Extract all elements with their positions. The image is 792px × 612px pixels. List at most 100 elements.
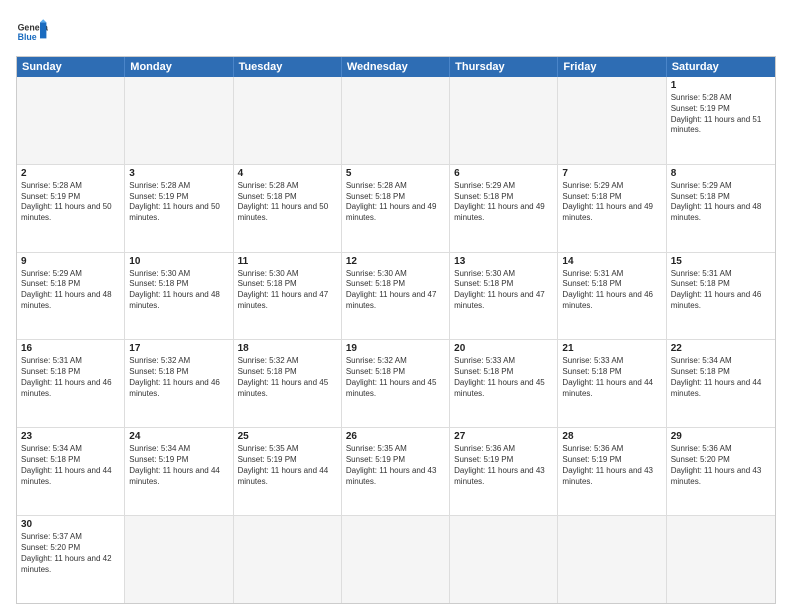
day-cell-3: 3Sunrise: 5:28 AM Sunset: 5:19 PM Daylig… bbox=[125, 165, 233, 252]
day-number: 29 bbox=[671, 431, 771, 442]
day-info: Sunrise: 5:36 AM Sunset: 5:19 PM Dayligh… bbox=[562, 444, 661, 487]
day-number: 12 bbox=[346, 256, 445, 267]
day-info: Sunrise: 5:36 AM Sunset: 5:19 PM Dayligh… bbox=[454, 444, 553, 487]
day-number: 27 bbox=[454, 431, 553, 442]
calendar-row-2: 9Sunrise: 5:29 AM Sunset: 5:18 PM Daylig… bbox=[17, 253, 775, 341]
day-info: Sunrise: 5:28 AM Sunset: 5:19 PM Dayligh… bbox=[21, 181, 120, 224]
day-info: Sunrise: 5:28 AM Sunset: 5:18 PM Dayligh… bbox=[346, 181, 445, 224]
day-number: 10 bbox=[129, 256, 228, 267]
day-cell-7: 7 Sunrise: 5:29 AM Sunset: 5:18 PM Daylig… bbox=[558, 165, 666, 252]
generalblue-logo-icon: General Blue bbox=[16, 16, 48, 48]
empty-cell bbox=[558, 516, 666, 603]
calendar-row-4: 23Sunrise: 5:34 AM Sunset: 5:18 PM Dayli… bbox=[17, 428, 775, 516]
day-cell-26: 26Sunrise: 5:35 AM Sunset: 5:19 PM Dayli… bbox=[342, 428, 450, 515]
day-number: 8 bbox=[671, 168, 771, 179]
day-cell-22: 22 Sunrise: 5:34 AM Sunset: 5:18 PM Dayli… bbox=[667, 340, 775, 427]
empty-cell bbox=[450, 77, 558, 164]
day-info: Sunrise: 5:30 AM Sunset: 5:18 PM Dayligh… bbox=[238, 269, 337, 312]
day-number: 19 bbox=[346, 343, 445, 354]
day-number: 7 bbox=[562, 168, 661, 179]
day-cell-24: 24Sunrise: 5:34 AM Sunset: 5:19 PM Dayli… bbox=[125, 428, 233, 515]
day-cell-10: 10 Sunrise: 5:30 AM Sunset: 5:18 PM Dayli… bbox=[125, 253, 233, 340]
day-info: Sunrise: 5:32 AM Sunset: 5:18 PM Dayligh… bbox=[129, 356, 228, 399]
day-number: 30 bbox=[21, 519, 120, 530]
day-info: Sunrise: 5:29 AM Sunset: 5:18 PM Dayligh… bbox=[454, 181, 553, 224]
day-cell-11: 11 Sunrise: 5:30 AM Sunset: 5:18 PM Dayli… bbox=[234, 253, 342, 340]
day-cell-15: 15 Sunrise: 5:31 AM Sunset: 5:18 PM Dayli… bbox=[667, 253, 775, 340]
day-cell-20: 20Sunrise: 5:33 AM Sunset: 5:18 PM Dayli… bbox=[450, 340, 558, 427]
day-cell-13: 13 Sunrise: 5:30 AM Sunset: 5:18 PM Dayli… bbox=[450, 253, 558, 340]
day-number: 25 bbox=[238, 431, 337, 442]
day-number: 23 bbox=[21, 431, 120, 442]
day-cell-16: 16 Sunrise: 5:31 AM Sunset: 5:18 PM Dayli… bbox=[17, 340, 125, 427]
day-cell-17: 17 Sunrise: 5:32 AM Sunset: 5:18 PM Dayli… bbox=[125, 340, 233, 427]
day-info: Sunrise: 5:31 AM Sunset: 5:18 PM Dayligh… bbox=[671, 269, 771, 312]
day-cell-30: 30 Sunrise: 5:37 AM Sunset: 5:20 PM Dayli… bbox=[17, 516, 125, 603]
day-number: 2 bbox=[21, 168, 120, 179]
day-info: Sunrise: 5:36 AM Sunset: 5:20 PM Dayligh… bbox=[671, 444, 771, 487]
day-info: Sunrise: 5:32 AM Sunset: 5:18 PM Dayligh… bbox=[346, 356, 445, 399]
empty-cell bbox=[125, 77, 233, 164]
calendar-row-1: 2 Sunrise: 5:28 AM Sunset: 5:19 PM Daylig… bbox=[17, 165, 775, 253]
empty-cell bbox=[234, 516, 342, 603]
day-info: Sunrise: 5:32 AM Sunset: 5:18 PM Dayligh… bbox=[238, 356, 337, 399]
header: General Blue bbox=[16, 16, 776, 48]
day-info: Sunrise: 5:28 AM Sunset: 5:19 PM Dayligh… bbox=[129, 181, 228, 224]
logo: General Blue bbox=[16, 16, 48, 48]
calendar-header-row: SundayMondayTuesdayWednesdayThursdayFrid… bbox=[17, 57, 775, 77]
svg-text:Blue: Blue bbox=[18, 32, 37, 42]
day-cell-28: 28Sunrise: 5:36 AM Sunset: 5:19 PM Dayli… bbox=[558, 428, 666, 515]
weekday-header-saturday: Saturday bbox=[667, 57, 775, 77]
day-cell-5: 5 Sunrise: 5:28 AM Sunset: 5:18 PM Daylig… bbox=[342, 165, 450, 252]
weekday-header-tuesday: Tuesday bbox=[234, 57, 342, 77]
day-cell-1: 1 Sunrise: 5:28 AM Sunset: 5:19 PM Daylig… bbox=[667, 77, 775, 164]
day-info: Sunrise: 5:35 AM Sunset: 5:19 PM Dayligh… bbox=[346, 444, 445, 487]
empty-cell bbox=[450, 516, 558, 603]
weekday-header-monday: Monday bbox=[125, 57, 233, 77]
day-number: 20 bbox=[454, 343, 553, 354]
calendar-body: 1 Sunrise: 5:28 AM Sunset: 5:19 PM Daylig… bbox=[17, 77, 775, 603]
day-number: 15 bbox=[671, 256, 771, 267]
day-info: Sunrise: 5:30 AM Sunset: 5:18 PM Dayligh… bbox=[454, 269, 553, 312]
day-cell-2: 2 Sunrise: 5:28 AM Sunset: 5:19 PM Daylig… bbox=[17, 165, 125, 252]
weekday-header-friday: Friday bbox=[558, 57, 666, 77]
day-number: 24 bbox=[129, 431, 228, 442]
day-number: 11 bbox=[238, 256, 337, 267]
day-cell-9: 9Sunrise: 5:29 AM Sunset: 5:18 PM Daylig… bbox=[17, 253, 125, 340]
day-number: 1 bbox=[671, 80, 771, 91]
day-cell-18: 18Sunrise: 5:32 AM Sunset: 5:18 PM Dayli… bbox=[234, 340, 342, 427]
empty-cell bbox=[342, 77, 450, 164]
day-info: Sunrise: 5:37 AM Sunset: 5:20 PM Dayligh… bbox=[21, 532, 120, 575]
day-cell-25: 25 Sunrise: 5:35 AM Sunset: 5:19 PM Dayli… bbox=[234, 428, 342, 515]
calendar-row-0: 1 Sunrise: 5:28 AM Sunset: 5:19 PM Daylig… bbox=[17, 77, 775, 165]
day-info: Sunrise: 5:28 AM Sunset: 5:18 PM Dayligh… bbox=[238, 181, 337, 224]
day-info: Sunrise: 5:29 AM Sunset: 5:18 PM Dayligh… bbox=[21, 269, 120, 312]
day-info: Sunrise: 5:30 AM Sunset: 5:18 PM Dayligh… bbox=[129, 269, 228, 312]
calendar: SundayMondayTuesdayWednesdayThursdayFrid… bbox=[16, 56, 776, 604]
day-info: Sunrise: 5:29 AM Sunset: 5:18 PM Dayligh… bbox=[562, 181, 661, 224]
empty-cell bbox=[558, 77, 666, 164]
day-info: Sunrise: 5:31 AM Sunset: 5:18 PM Dayligh… bbox=[562, 269, 661, 312]
day-info: Sunrise: 5:33 AM Sunset: 5:18 PM Dayligh… bbox=[562, 356, 661, 399]
day-number: 13 bbox=[454, 256, 553, 267]
day-cell-21: 21 Sunrise: 5:33 AM Sunset: 5:18 PM Dayli… bbox=[558, 340, 666, 427]
day-number: 5 bbox=[346, 168, 445, 179]
day-info: Sunrise: 5:34 AM Sunset: 5:18 PM Dayligh… bbox=[671, 356, 771, 399]
day-number: 14 bbox=[562, 256, 661, 267]
day-cell-14: 14 Sunrise: 5:31 AM Sunset: 5:18 PM Dayli… bbox=[558, 253, 666, 340]
day-number: 17 bbox=[129, 343, 228, 354]
weekday-header-sunday: Sunday bbox=[17, 57, 125, 77]
day-info: Sunrise: 5:31 AM Sunset: 5:18 PM Dayligh… bbox=[21, 356, 120, 399]
empty-cell bbox=[342, 516, 450, 603]
day-info: Sunrise: 5:29 AM Sunset: 5:18 PM Dayligh… bbox=[671, 181, 771, 224]
day-number: 21 bbox=[562, 343, 661, 354]
day-number: 4 bbox=[238, 168, 337, 179]
day-info: Sunrise: 5:28 AM Sunset: 5:19 PM Dayligh… bbox=[671, 93, 771, 136]
day-number: 16 bbox=[21, 343, 120, 354]
empty-cell bbox=[125, 516, 233, 603]
day-cell-12: 12Sunrise: 5:30 AM Sunset: 5:18 PM Dayli… bbox=[342, 253, 450, 340]
calendar-row-3: 16 Sunrise: 5:31 AM Sunset: 5:18 PM Dayli… bbox=[17, 340, 775, 428]
day-cell-19: 19 Sunrise: 5:32 AM Sunset: 5:18 PM Dayli… bbox=[342, 340, 450, 427]
day-number: 22 bbox=[671, 343, 771, 354]
day-info: Sunrise: 5:35 AM Sunset: 5:19 PM Dayligh… bbox=[238, 444, 337, 487]
